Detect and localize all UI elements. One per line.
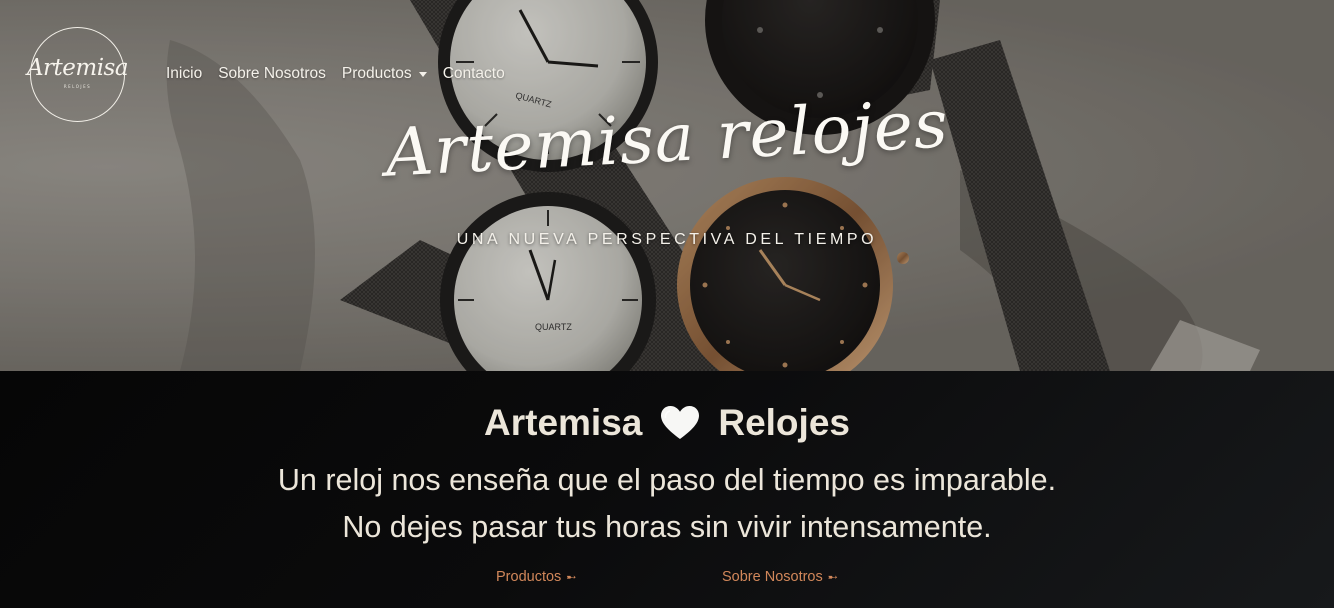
nav-item-label: Inicio: [166, 65, 203, 82]
cta-links: Productos ➸ Sobre Nosotros ➸: [0, 569, 1334, 589]
tagline-line-2: No dejes pasar tus horas sin vivir inten…: [342, 510, 992, 544]
section-heading: Artemisa Relojes: [0, 402, 1334, 444]
productos-link[interactable]: Productos ➸: [496, 569, 576, 585]
heading-left-text: Artemisa: [484, 402, 643, 443]
intro-section: Artemisa Relojes Un reloj nos enseña que…: [0, 371, 1334, 608]
brand-logo[interactable]: Artemisa RELOJES: [26, 27, 129, 122]
nav-item-productos-dropdown[interactable]: Productos: [342, 65, 427, 83]
logo-wordmark: Artemisa: [26, 54, 129, 81]
main-nav: Inicio Sobre Nosotros Productos Contacto: [166, 65, 505, 83]
sobre-nosotros-link[interactable]: Sobre Nosotros ➸: [722, 569, 838, 585]
logo-subtext: RELOJES: [63, 83, 92, 89]
nav-item-inicio[interactable]: Inicio: [166, 65, 202, 83]
tagline-line-1: Un reloj nos enseña que el paso del tiem…: [277, 463, 1057, 497]
link-label: Sobre Nosotros: [722, 569, 823, 585]
arrow-right-icon: ➸: [827, 570, 838, 584]
link-label: Productos: [496, 569, 562, 585]
hero-banner: QUARTZ QUARTZ Artemisa RELOJES Inicio So…: [0, 0, 1334, 371]
nav-item-label: Sobre Nosotros: [218, 65, 326, 82]
heart-icon: [661, 406, 700, 439]
nav-item-label: Productos: [341, 65, 412, 82]
hero-subtitle: UNA NUEVA PERSPECTIVA DEL TIEMPO: [456, 231, 878, 248]
caret-down-icon: [418, 72, 427, 77]
arrow-right-icon: ➸: [566, 570, 577, 584]
nav-item-contacto[interactable]: Contacto: [443, 65, 505, 83]
nav-item-sobre-nosotros[interactable]: Sobre Nosotros: [218, 65, 326, 83]
nav-item-label: Contacto: [442, 65, 505, 82]
heading-right-text: Relojes: [718, 402, 850, 443]
